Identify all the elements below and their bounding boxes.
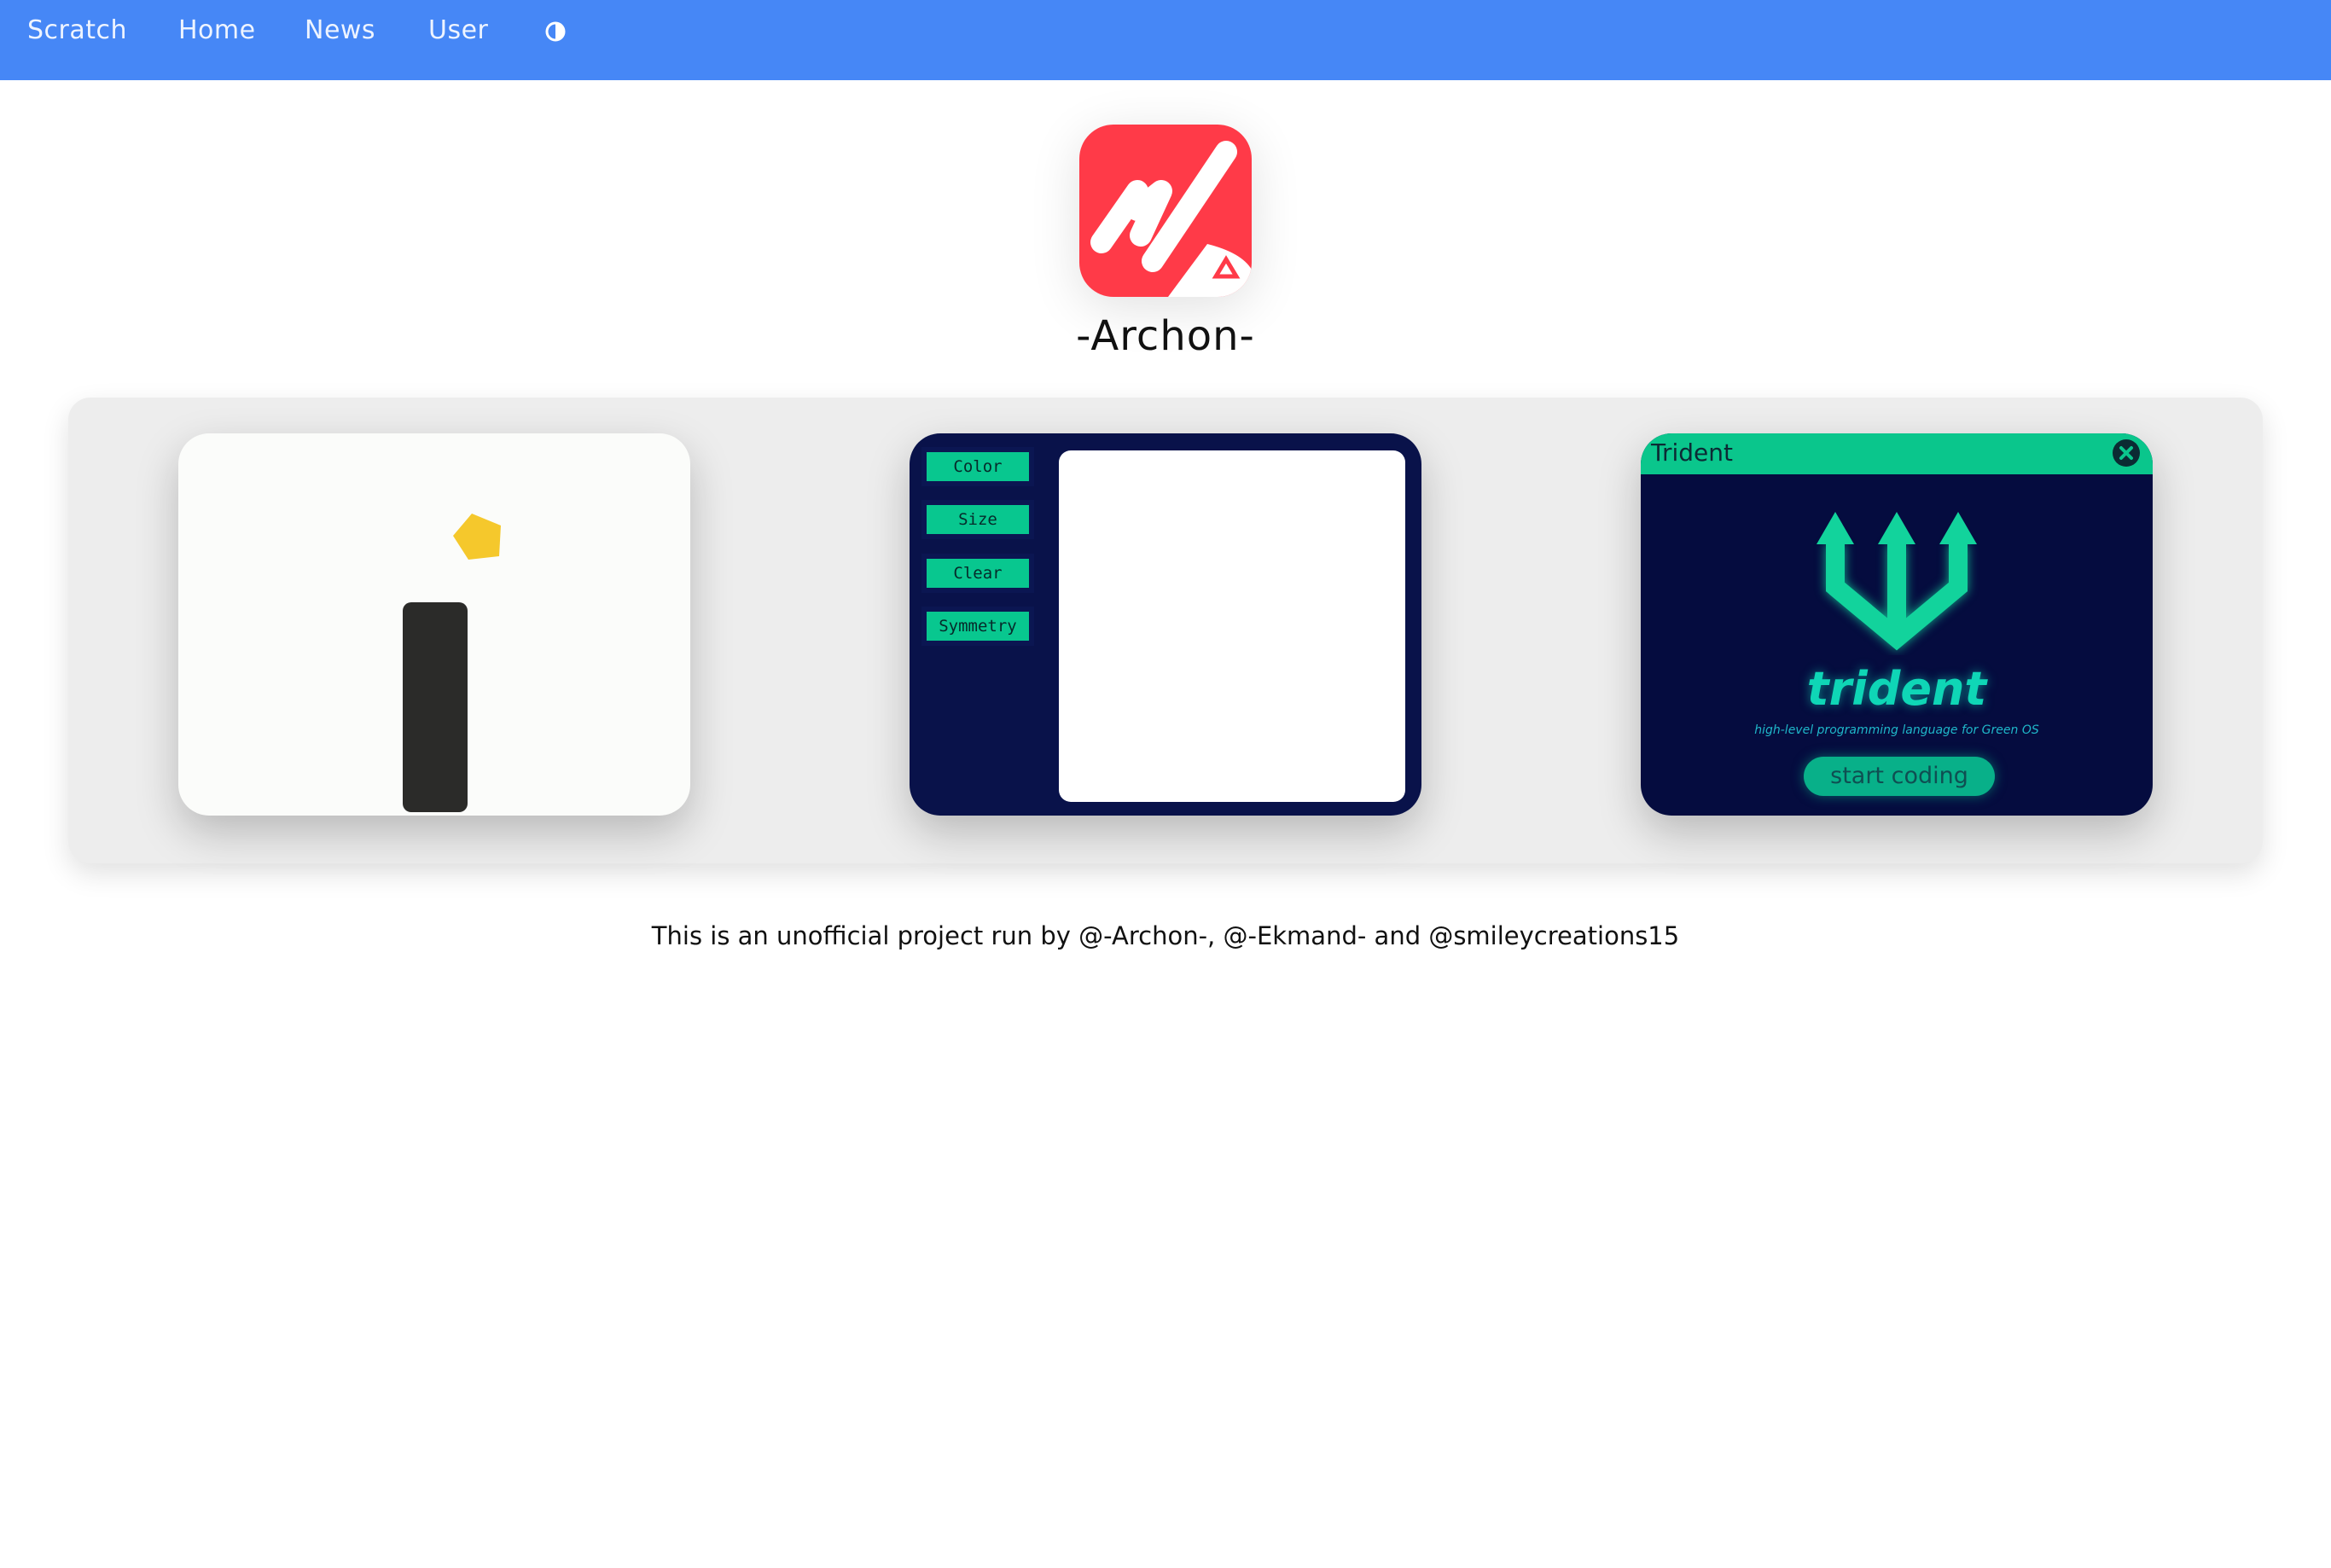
window-title: Trident: [1651, 438, 1734, 467]
close-icon[interactable]: [2112, 438, 2141, 467]
nav-item-user[interactable]: User: [428, 15, 488, 45]
footer-credits: This is an unofficial project run by @-A…: [651, 921, 1680, 950]
project-card-paint[interactable]: Color Size Clear Symmetry: [910, 433, 1421, 816]
archon-logo-icon: [1079, 125, 1252, 297]
nav-item-home[interactable]: Home: [178, 15, 256, 45]
game-preview-graphic: [403, 514, 501, 812]
paint-canvas[interactable]: [1059, 450, 1405, 802]
trident-icon: [1817, 512, 1977, 651]
yellow-pentagon: [453, 514, 501, 560]
trident-subtitle: high-level programming language for Gree…: [1754, 723, 2039, 737]
archon-logo: [1079, 125, 1252, 297]
paint-size-button[interactable]: Size: [927, 505, 1029, 534]
window-titlebar: Trident: [1641, 433, 2153, 474]
paint-color-button[interactable]: Color: [927, 452, 1029, 481]
project-card-game[interactable]: [178, 433, 690, 816]
project-gallery: Color Size Clear Symmetry Trident triden…: [68, 398, 2263, 863]
dark-bar: [403, 602, 468, 812]
site-title: -Archon-: [1076, 312, 1255, 360]
contrast-icon[interactable]: [544, 20, 567, 43]
trident-name: trident: [1806, 662, 1987, 716]
start-coding-button[interactable]: start coding: [1804, 757, 1995, 796]
project-card-trident[interactable]: Trident trident high-level programming l…: [1641, 433, 2153, 816]
top-navbar: Scratch Home News User: [0, 0, 2331, 80]
paint-symmetry-button[interactable]: Symmetry: [927, 612, 1029, 641]
paint-clear-button[interactable]: Clear: [927, 559, 1029, 588]
nav-item-scratch[interactable]: Scratch: [27, 15, 127, 45]
nav-item-news[interactable]: News: [305, 15, 375, 45]
